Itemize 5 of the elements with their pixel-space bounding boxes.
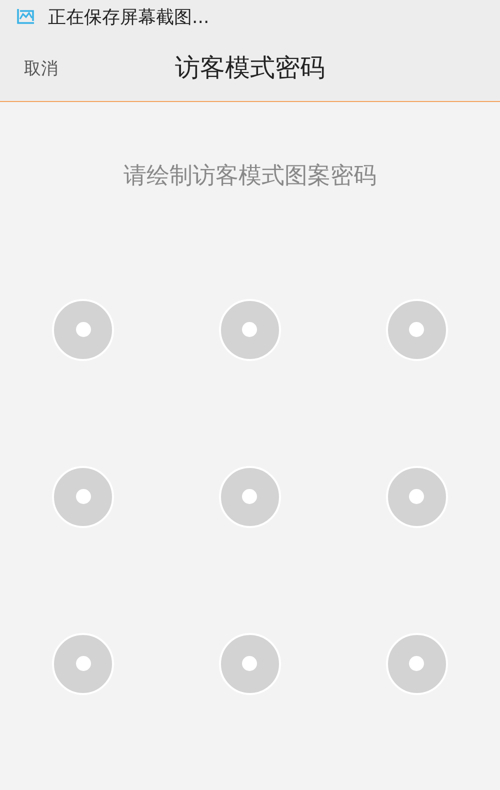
screenshot-icon (16, 8, 36, 26)
page-title: 访客模式密码 (175, 52, 325, 84)
status-notification: 正在保存屏幕截图... (48, 6, 210, 28)
cancel-button[interactable]: 取消 (16, 53, 66, 84)
pattern-prompt: 请绘制访客模式图案密码 (122, 162, 378, 191)
